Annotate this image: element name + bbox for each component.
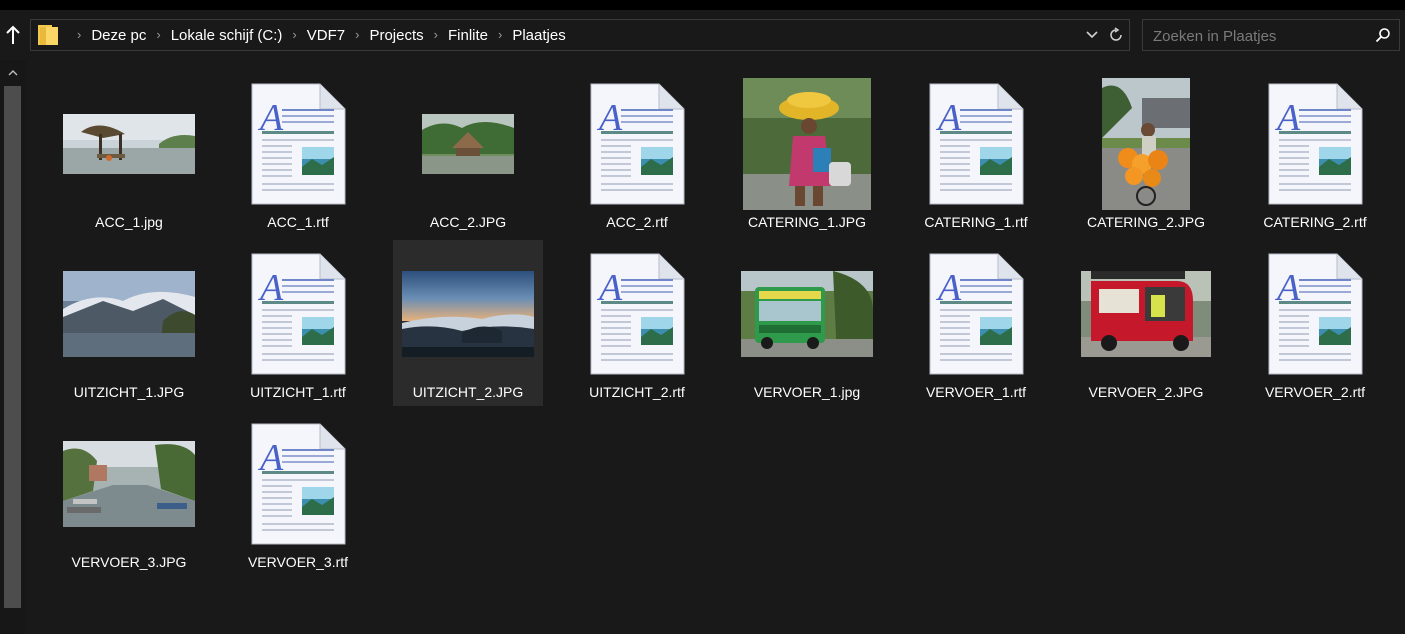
rtf-document-icon: A — [901, 248, 1051, 380]
file-name-label: VERVOER_2.JPG — [1088, 384, 1204, 400]
file-item[interactable]: A UITZICHT_2.rtf — [562, 240, 712, 406]
address-dropdown-button[interactable] — [1081, 24, 1103, 46]
breadcrumb-item[interactable]: Lokale schijf (C:) — [171, 27, 283, 44]
refresh-icon — [1110, 27, 1122, 41]
magnifier-glyph — [1375, 28, 1390, 43]
file-item[interactable]: A ACC_1.rtf — [223, 70, 373, 236]
rtf-document-icon: A — [562, 248, 712, 380]
vertical-scrollbar[interactable] — [0, 60, 26, 634]
file-grid: ACC_1.jpg A ACC_1.rtf ACC_2.JPG A ACC_2.… — [26, 60, 1405, 634]
image-thumbnail — [1071, 248, 1221, 380]
breadcrumb-separator[interactable]: › — [424, 27, 448, 42]
breadcrumb-separator[interactable]: › — [67, 27, 91, 42]
file-name-label: ACC_2.JPG — [429, 214, 507, 230]
search-input[interactable] — [1151, 24, 1365, 48]
file-name-label: UITZICHT_2.rtf — [589, 384, 685, 400]
image-thumbnail — [1071, 78, 1221, 210]
image-thumbnail — [54, 418, 204, 550]
file-name-label: VERVOER_3.rtf — [247, 554, 349, 570]
file-item[interactable]: ACC_1.jpg — [54, 70, 204, 236]
file-name-label: VERVOER_1.jpg — [753, 384, 861, 400]
scroll-thumb[interactable] — [4, 86, 21, 608]
file-name-label: VERVOER_2.rtf — [1264, 384, 1366, 400]
image-thumbnail — [732, 78, 882, 210]
breadcrumb-item[interactable]: Deze pc — [91, 27, 146, 44]
file-item[interactable]: VERVOER_1.jpg — [732, 240, 882, 406]
image-thumbnail — [54, 78, 204, 210]
search-box[interactable] — [1142, 19, 1400, 51]
file-name-label: UITZICHT_2.JPG — [412, 384, 524, 400]
file-item[interactable]: A VERVOER_2.rtf — [1240, 240, 1390, 406]
file-item[interactable]: A VERVOER_3.rtf — [223, 410, 373, 576]
address-row: › Deze pc › Lokale schijf (C:) › VDF7 › Project… — [0, 10, 1405, 60]
rtf-document-icon: A — [562, 78, 712, 210]
file-item[interactable]: VERVOER_2.JPG — [1071, 240, 1221, 406]
file-name-label: VERVOER_1.rtf — [925, 384, 1027, 400]
file-name-label: UITZICHT_1.JPG — [73, 384, 185, 400]
file-item[interactable]: A CATERING_2.rtf — [1240, 70, 1390, 236]
file-item[interactable]: CATERING_1.JPG — [732, 70, 882, 236]
file-name-label: ACC_1.jpg — [95, 214, 163, 230]
file-name-label: UITZICHT_1.rtf — [250, 384, 346, 400]
file-name-label: CATERING_1.rtf — [924, 214, 1028, 230]
folder-icon — [38, 25, 58, 45]
file-name-label: ACC_2.rtf — [606, 214, 668, 230]
refresh-button[interactable] — [1105, 24, 1127, 46]
file-name-label: CATERING_1.JPG — [748, 214, 866, 230]
image-thumbnail — [54, 248, 204, 380]
breadcrumb-separator[interactable]: › — [146, 27, 170, 42]
rtf-document-icon: A — [1240, 248, 1390, 380]
image-thumbnail — [393, 248, 543, 380]
file-item[interactable]: ACC_2.JPG — [393, 70, 543, 236]
file-item[interactable]: A ACC_2.rtf — [562, 70, 712, 236]
address-bar[interactable]: › Deze pc › Lokale schijf (C:) › VDF7 › Project… — [30, 19, 1130, 51]
file-name-label: ACC_1.rtf — [267, 214, 329, 230]
image-thumbnail — [393, 78, 543, 210]
file-name-label: CATERING_2.rtf — [1263, 214, 1367, 230]
image-thumbnail — [732, 248, 882, 380]
breadcrumb: › Deze pc › Lokale schijf (C:) › VDF7 › Project… — [67, 20, 566, 50]
breadcrumb-item[interactable]: Finlite — [448, 27, 488, 44]
rtf-document-icon: A — [223, 248, 373, 380]
file-name-label: VERVOER_3.JPG — [71, 554, 187, 570]
chevron-down-icon — [1086, 31, 1098, 39]
rtf-document-icon: A — [901, 78, 1051, 210]
file-name-label: CATERING_2.JPG — [1087, 214, 1205, 230]
search-icon[interactable] — [1373, 25, 1393, 45]
arrow-up-icon — [6, 25, 20, 44]
file-item[interactable]: A VERVOER_1.rtf — [901, 240, 1051, 406]
file-item[interactable]: CATERING_2.JPG — [1071, 70, 1221, 236]
title-strip — [0, 0, 1405, 10]
file-item[interactable]: UITZICHT_2.JPG — [393, 240, 543, 406]
file-item[interactable]: A CATERING_1.rtf — [901, 70, 1051, 236]
breadcrumb-separator[interactable]: › — [282, 27, 306, 42]
file-item[interactable]: VERVOER_3.JPG — [54, 410, 204, 576]
scroll-up-button[interactable] — [4, 64, 22, 82]
breadcrumb-separator[interactable]: › — [488, 27, 512, 42]
rtf-document-icon: A — [223, 418, 373, 550]
breadcrumb-item[interactable]: Projects — [369, 27, 423, 44]
breadcrumb-item[interactable]: Plaatjes — [512, 27, 565, 44]
breadcrumb-separator[interactable]: › — [345, 27, 369, 42]
file-item[interactable]: A UITZICHT_1.rtf — [223, 240, 373, 406]
rtf-document-icon: A — [1240, 78, 1390, 210]
rtf-document-icon: A — [223, 78, 373, 210]
scroll-up-arrow-icon — [8, 70, 18, 76]
up-button[interactable] — [2, 22, 24, 48]
breadcrumb-item[interactable]: VDF7 — [307, 27, 345, 44]
file-explorer-window: › Deze pc › Lokale schijf (C:) › VDF7 › Project… — [0, 0, 1405, 634]
file-item[interactable]: UITZICHT_1.JPG — [54, 240, 204, 406]
